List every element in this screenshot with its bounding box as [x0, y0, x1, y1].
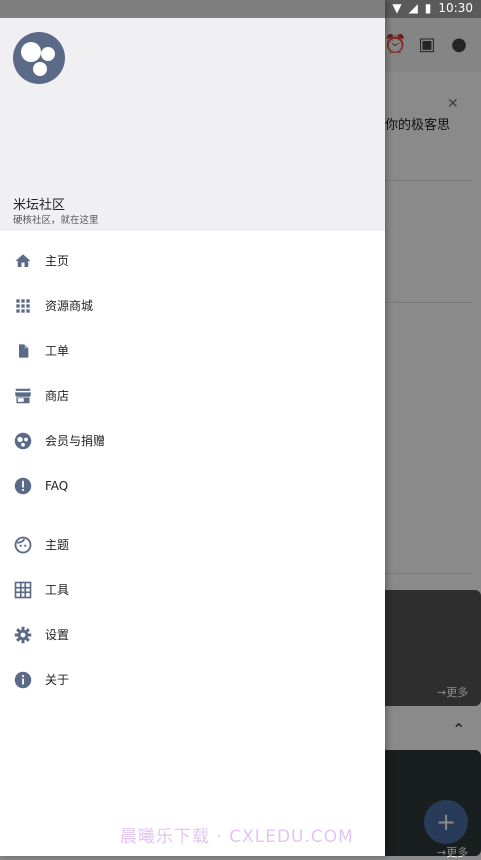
community-logo[interactable]	[13, 32, 65, 84]
menu-label: 主页	[45, 254, 70, 268]
info-icon	[13, 670, 33, 690]
menu-item-theme[interactable]: 主题	[0, 522, 385, 567]
menu-item-home[interactable]: 主页	[0, 238, 385, 283]
membership-icon	[13, 431, 33, 451]
signal-icon: ◢	[408, 1, 418, 15]
drawer-status-bar	[0, 0, 385, 18]
menu-label: 会员与捐赠	[45, 434, 106, 448]
menu-label: 商店	[45, 389, 70, 403]
menu-item-tools[interactable]: 工具	[0, 567, 385, 612]
menu-item-about[interactable]: 关于	[0, 657, 385, 702]
menu-divider-space	[0, 508, 385, 522]
menu-label: 关于	[45, 673, 70, 687]
menu-label: 工具	[45, 583, 70, 597]
alert-circle-icon	[13, 476, 33, 496]
menu-label: FAQ	[45, 478, 69, 493]
drawer-header: 米坛社区 硬核社区，就在这里	[0, 18, 385, 231]
menu-item-resource-store[interactable]: 资源商城	[0, 283, 385, 328]
status-time: 10:30	[438, 1, 473, 15]
menu-item-membership[interactable]: 会员与捐赠	[0, 418, 385, 463]
menu-item-shop[interactable]: 商店	[0, 373, 385, 418]
menu-label: 主题	[45, 538, 70, 552]
menu-label: 工单	[45, 344, 70, 358]
grid-icon	[13, 580, 33, 600]
store-icon	[13, 386, 33, 406]
navigation-drawer: 米坛社区 硬核社区，就在这里 主页 资源商城 工单 商店 会员与捐赠 FAQ 主…	[0, 0, 385, 856]
menu-label: 设置	[45, 628, 70, 642]
menu-label: 资源商城	[45, 299, 94, 313]
document-icon	[13, 341, 33, 361]
menu-item-faq[interactable]: FAQ	[0, 463, 385, 508]
apps-grid-icon	[13, 296, 33, 316]
wifi-icon: ▼	[392, 1, 402, 15]
watermark-text: 晨曦乐下载 · CXLEDU.COM	[120, 827, 354, 847]
settings-icon	[13, 625, 33, 645]
drawer-subtitle: 硬核社区，就在这里	[13, 215, 99, 226]
drawer-menu: 主页 资源商城 工单 商店 会员与捐赠 FAQ 主题 工具 设置 关于	[0, 231, 385, 702]
battery-icon: ▮	[424, 1, 432, 15]
menu-item-tickets[interactable]: 工单	[0, 328, 385, 373]
home-icon	[13, 251, 33, 271]
menu-item-settings[interactable]: 设置	[0, 612, 385, 657]
face-icon	[13, 535, 33, 555]
drawer-title: 米坛社区	[13, 198, 66, 213]
